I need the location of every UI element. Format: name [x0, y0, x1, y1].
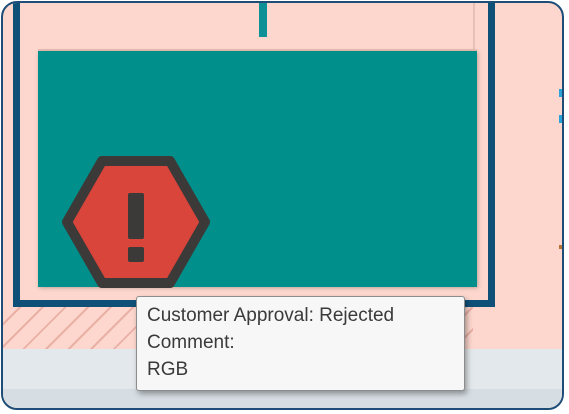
exclamation-dot	[128, 247, 144, 262]
connector-endpoint	[559, 245, 562, 249]
shape-handle[interactable]	[559, 115, 562, 123]
canvas-footer-band	[3, 389, 562, 408]
diagram-canvas[interactable]: Customer Approval: Rejected Comment: RGB	[1, 1, 564, 410]
connector-line[interactable]	[259, 3, 267, 37]
exclamation-hexagon-icon[interactable]	[61, 155, 211, 289]
shape-handle[interactable]	[559, 89, 562, 97]
tooltip-comment-text: RGB	[147, 359, 189, 380]
approval-tooltip: Customer Approval: Rejected Comment: RGB	[136, 296, 465, 391]
tooltip-approval-status: Customer Approval: Rejected	[147, 305, 395, 326]
tooltip-comment-label: Comment:	[147, 332, 235, 353]
exclamation-bar	[128, 193, 144, 239]
